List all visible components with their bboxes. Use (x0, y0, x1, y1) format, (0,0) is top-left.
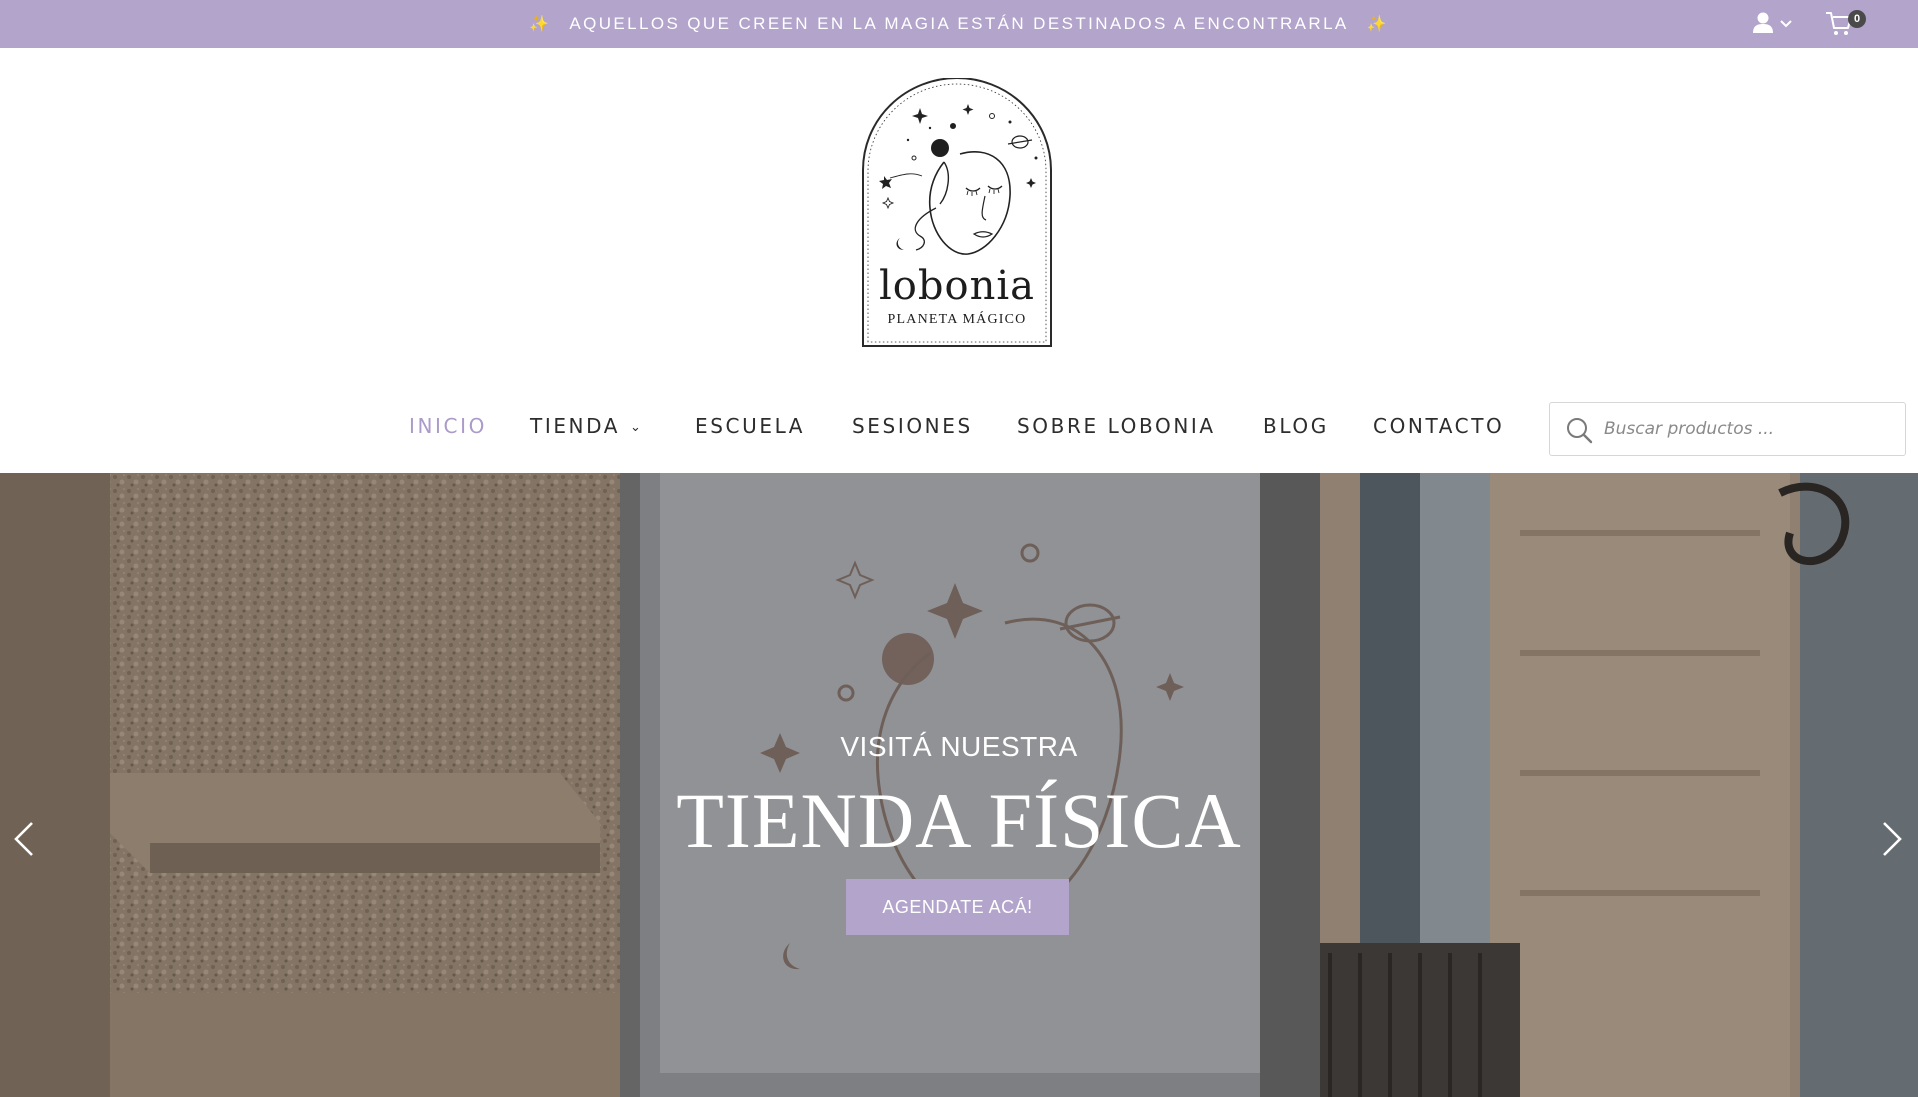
logo-name: lobonia (879, 263, 1035, 309)
chevron-left-icon (14, 822, 33, 856)
product-search (1549, 402, 1906, 456)
user-icon (1753, 12, 1773, 33)
slider-next-button[interactable] (1874, 809, 1910, 869)
book-appointment-button[interactable]: AGENDATE ACÁ! (846, 879, 1069, 935)
search-icon[interactable] (1564, 415, 1594, 445)
hero-title: TIENDA FÍSICA (676, 777, 1242, 864)
announcement-text: AQUELLOS QUE CREEN EN LA MAGIA ESTÁN DES… (569, 14, 1349, 33)
logo-emblem (862, 78, 1052, 347)
nav-item-sesiones[interactable]: SESIONES (852, 414, 973, 444)
nav-item-tienda[interactable]: TIENDA ⌄ (530, 414, 644, 444)
nav-item-escuela[interactable]: ESCUELA (695, 414, 805, 444)
chevron-down-icon (1780, 20, 1792, 28)
announcement-bar: ✨ AQUELLOS QUE CREEN EN LA MAGIA ESTÁN D… (0, 0, 1918, 48)
cart-count-badge: 0 (1848, 10, 1866, 28)
main-navigation: INICIO TIENDA ⌄ ESCUELA SESIONES SOBRE LO… (0, 376, 1918, 472)
hero-kicker: VISITÁ NUESTRA (840, 731, 1078, 762)
nav-item-sobre-lobonia[interactable]: SOBRE LOBONIA (1017, 414, 1216, 444)
account-menu[interactable] (1752, 8, 1794, 38)
nav-item-label: TIENDA (530, 414, 621, 438)
nav-item-contacto[interactable]: CONTACTO (1373, 414, 1504, 444)
chevron-right-icon (1883, 822, 1902, 856)
sparkle-icon: ✨ (1366, 16, 1389, 33)
slider-prev-button[interactable] (6, 809, 42, 869)
logo-subtitle: PLANETA MÁGICO (887, 312, 1027, 327)
nav-item-blog[interactable]: BLOG (1263, 414, 1329, 444)
hero-slider: VISITÁ NUESTRA TIENDA FÍSICA AGENDATE AC… (0, 473, 1918, 1097)
chevron-down-icon: ⌄ (630, 420, 644, 435)
search-input[interactable] (1604, 411, 1894, 447)
sparkle-icon: ✨ (529, 16, 552, 33)
cart-button[interactable]: 0 (1824, 6, 1866, 38)
site-logo[interactable]: lobonia PLANETA MÁGICO (860, 78, 1054, 350)
announcement-message: ✨ AQUELLOS QUE CREEN EN LA MAGIA ESTÁN D… (0, 0, 1918, 48)
nav-item-inicio[interactable]: INICIO (409, 414, 487, 444)
